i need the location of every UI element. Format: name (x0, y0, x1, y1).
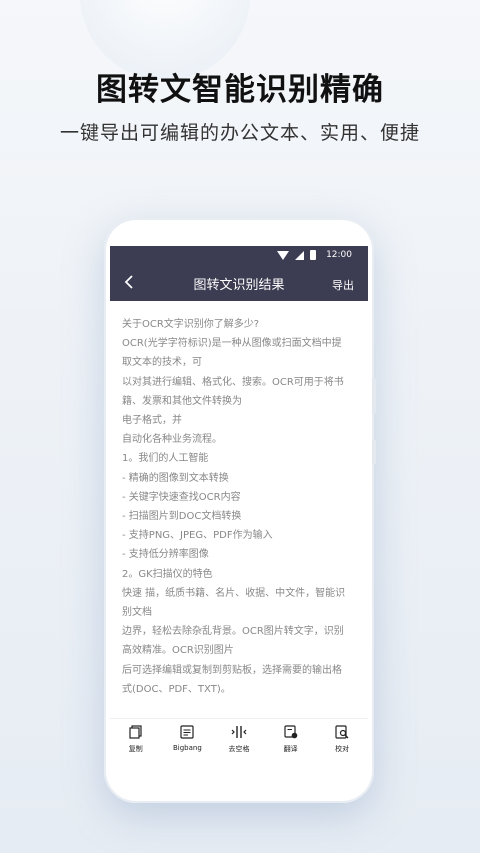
ocr-result-text[interactable]: 关于OCR文字识别你了解多少? OCR(光学字符标识)是一种从图像或扫面文档中提… (110, 301, 368, 715)
text-line: 籍、发票和其他文件转换为 (122, 395, 242, 407)
text-line: 1。我们的人工智能 (122, 453, 209, 465)
text-line: 式(DOC、PDF、TXT)。 (122, 683, 231, 695)
text-line: 边界，轻松去除杂乱背景。OCR图片转文字，识别 (122, 626, 344, 638)
phone-screen: 12:00 图转文识别结果 导出 关于OCR文字识别你了解多少? OCR(光学字… (110, 246, 368, 778)
phone-side-button (372, 440, 376, 464)
text-line: 别文档 (122, 607, 152, 619)
text-line: - 扫描图片到DOC文档转换 (122, 511, 242, 523)
bigbang-button[interactable]: Bigbang (164, 725, 210, 778)
text-line: - 精确的图像到文本转换 (122, 472, 229, 484)
text-line: 取文本的技术，可 (122, 357, 202, 369)
chevron-left-icon (124, 275, 133, 289)
wifi-icon (277, 250, 290, 260)
bigbang-icon (180, 725, 194, 741)
proofread-icon (335, 725, 349, 741)
text-line: - 支持低分辨率图像 (122, 549, 209, 561)
proofread-button[interactable]: 校对 (319, 725, 365, 778)
page-title: 图转文识别结果 (193, 278, 285, 293)
battery-icon (310, 250, 317, 260)
subheadline: 一键导出可编辑的办公文本、实用、便捷 (59, 122, 420, 144)
text-line: 2。GK扫描仪的特色 (122, 568, 213, 580)
text-line: 自动化各种业务流程。 (122, 434, 222, 446)
translate-icon (283, 725, 298, 741)
remove-space-button[interactable]: 去空格 (216, 725, 262, 778)
text-line: OCR(光学字符标识)是一种从图像或扫面文档中提 (122, 338, 342, 350)
bigbang-label: Bigbang (172, 744, 202, 752)
bottom-toolbar: 复制 Bigbang 去空格 翻译 校对 (110, 718, 368, 778)
text-line: 电子格式，并 (122, 415, 182, 427)
status-time: 12:00 (326, 250, 352, 260)
text-line: 快速 描，纸质书籍、名片、收据、中文件，智能识 (122, 587, 346, 599)
text-line: 以对其进行编辑、格式化、搜索。OCR可用于将书 (122, 376, 344, 388)
copy-icon (129, 725, 143, 741)
translate-label: 翻译 (283, 745, 298, 753)
text-line: 高效精准。OCR识别图片 (122, 645, 234, 657)
copy-label: 复制 (128, 745, 143, 753)
back-button[interactable] (124, 274, 134, 294)
text-line: 后可选择编辑或复制到剪贴板，选择需要的输出格 (122, 664, 342, 676)
app-bar: 图转文识别结果 导出 (110, 266, 368, 301)
status-bar: 12:00 (110, 246, 368, 266)
translate-button[interactable]: 翻译 (268, 725, 314, 778)
text-line: - 关键字快速查找OCR内容 (122, 491, 241, 503)
text-line: - 支持PNG、JPEG、PDF作为输入 (122, 530, 273, 542)
remove-space-label: 去空格 (228, 745, 250, 753)
headline: 图转文智能识别精确 (96, 72, 384, 108)
proofread-label: 校对 (335, 745, 350, 753)
copy-button[interactable]: 复制 (113, 725, 159, 778)
phone-side-button (372, 378, 376, 414)
remove-space-icon (231, 725, 247, 741)
signal-icon (295, 250, 305, 260)
export-button[interactable]: 导出 (332, 277, 354, 293)
text-line: 关于OCR文字识别你了解多少? (122, 319, 260, 330)
